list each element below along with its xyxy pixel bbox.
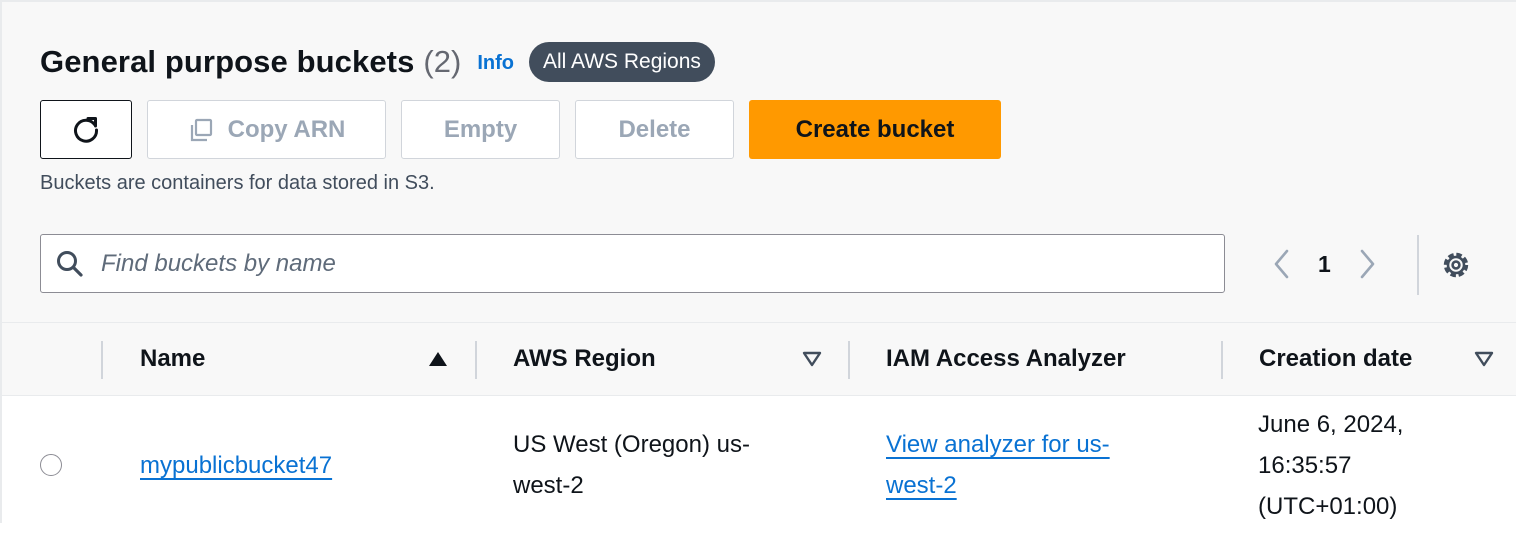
- search-field[interactable]: [40, 234, 1225, 293]
- refresh-button[interactable]: [40, 100, 132, 159]
- panel-header: General purpose buckets (2) Info All AWS…: [2, 2, 1516, 323]
- previous-page-button[interactable]: [1264, 246, 1300, 282]
- copy-arn-label: Copy ARN: [227, 115, 346, 143]
- view-analyzer-link[interactable]: View analyzer for us- west-2: [886, 424, 1110, 506]
- column-divider: [101, 341, 103, 379]
- table-header: Name AWS Region IAM Access Analyzer Crea…: [2, 323, 1516, 396]
- info-link[interactable]: Info: [477, 52, 514, 75]
- column-header-name[interactable]: Name: [140, 345, 205, 373]
- preferences-button[interactable]: [1439, 248, 1473, 282]
- page-title: General purpose buckets: [40, 44, 415, 79]
- pagination-divider: [1417, 235, 1419, 295]
- analyzer-link-line[interactable]: View analyzer for us-: [886, 431, 1110, 458]
- title-row: General purpose buckets (2) Info All AWS…: [40, 42, 715, 82]
- copy-icon: [188, 117, 214, 143]
- region-line: US West (Oregon) us-: [513, 431, 750, 458]
- column-divider: [848, 341, 850, 379]
- column-header-creation-date[interactable]: Creation date: [1259, 345, 1412, 373]
- next-page-button[interactable]: [1349, 246, 1385, 282]
- gear-icon: [1443, 252, 1469, 278]
- date-line: June 6, 2024,: [1258, 411, 1404, 438]
- refresh-icon: [69, 113, 103, 147]
- row-select-radio[interactable]: [40, 454, 62, 476]
- sort-ascending-icon[interactable]: [428, 351, 448, 367]
- region-line: west-2: [513, 472, 584, 499]
- delete-button[interactable]: Delete: [575, 100, 734, 159]
- buckets-panel: General purpose buckets (2) Info All AWS…: [0, 0, 1516, 523]
- empty-button[interactable]: Empty: [401, 100, 560, 159]
- column-header-region[interactable]: AWS Region: [513, 345, 656, 373]
- chevron-right-icon: [1360, 249, 1375, 279]
- create-bucket-button[interactable]: Create bucket: [749, 100, 1001, 159]
- copy-arn-button[interactable]: Copy ARN: [147, 100, 386, 159]
- description-text: Buckets are containers for data stored i…: [40, 172, 435, 194]
- sort-icon[interactable]: [1474, 351, 1494, 367]
- bucket-count: (2): [423, 44, 462, 79]
- timezone-line: (UTC+01:00): [1258, 493, 1398, 520]
- bucket-region: US West (Oregon) us- west-2: [513, 424, 750, 506]
- toolbar: Copy ARN Empty Delete Create bucket: [40, 100, 1001, 159]
- search-icon: [55, 249, 85, 279]
- time-line: 16:35:57: [1258, 452, 1352, 479]
- table-row[interactable]: mypublicbucket47 US West (Oregon) us- we…: [2, 397, 1516, 525]
- column-header-analyzer[interactable]: IAM Access Analyzer: [886, 345, 1126, 373]
- region-badge: All AWS Regions: [528, 42, 715, 82]
- creation-date: June 6, 2024, 16:35:57 (UTC+01:00): [1258, 404, 1403, 527]
- search-input[interactable]: [99, 248, 1183, 279]
- sort-icon[interactable]: [802, 351, 822, 367]
- column-divider: [475, 341, 477, 379]
- column-divider: [1221, 341, 1223, 379]
- analyzer-link-line[interactable]: west-2: [886, 472, 957, 499]
- bucket-name-link[interactable]: mypublicbucket47: [140, 445, 332, 486]
- chevron-left-icon: [1274, 249, 1289, 279]
- pagination: 1: [1264, 246, 1385, 282]
- page-number[interactable]: 1: [1318, 251, 1331, 278]
